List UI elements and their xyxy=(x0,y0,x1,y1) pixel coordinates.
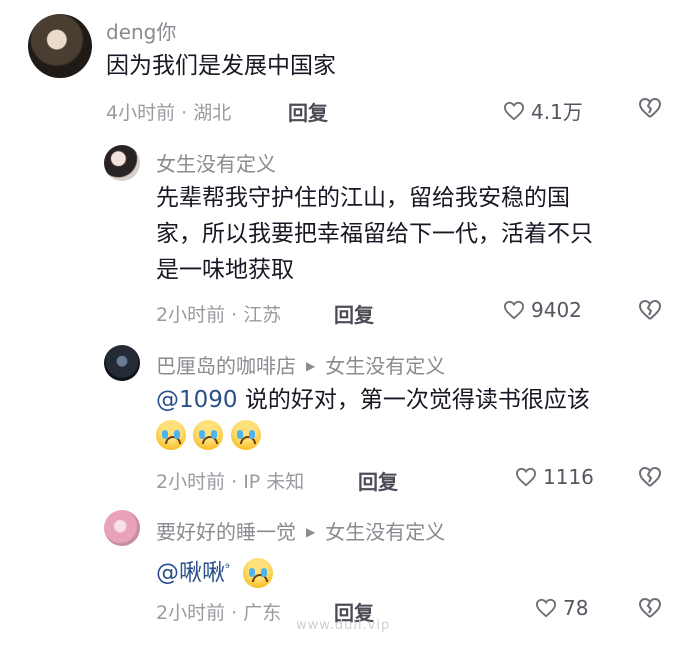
like-button[interactable]: 4.1万 xyxy=(503,96,583,125)
reply-button[interactable]: 回复 xyxy=(288,97,328,126)
broken-heart-icon[interactable] xyxy=(638,299,662,321)
avatar[interactable] xyxy=(104,145,140,181)
emoji-row xyxy=(156,420,590,461)
like-count: 1116 xyxy=(543,465,594,489)
comment-username[interactable]: 女生没有定义 xyxy=(156,148,276,177)
content-line: 家，所以我要把幸福留给下一代，活着不只 xyxy=(156,221,593,247)
comment-meta: 2小时前 · 江苏 xyxy=(156,304,282,326)
comment-meta: 2小时前 · IP 未知 xyxy=(156,471,305,493)
comment-content: 因为我们是发展中国家 xyxy=(106,53,336,79)
crying-face-emoji xyxy=(230,420,261,450)
heart-outline-icon xyxy=(515,467,537,487)
like-button[interactable]: 78 xyxy=(535,596,588,620)
reply-button[interactable]: 回复 xyxy=(358,466,398,495)
like-count: 9402 xyxy=(531,298,582,322)
crying-face-emoji xyxy=(243,558,274,588)
heart-outline-icon xyxy=(535,598,557,618)
mention-link[interactable]: @啾啾 xyxy=(156,560,225,586)
reply-to-username[interactable]: 女生没有定义 xyxy=(325,520,445,544)
broken-heart-icon[interactable] xyxy=(638,466,662,488)
broken-heart-icon[interactable] xyxy=(638,97,662,119)
emoji-row xyxy=(243,558,274,588)
comment-username[interactable]: 要好好的睡一觉 xyxy=(156,520,296,544)
reply-button[interactable]: 回复 xyxy=(334,299,374,328)
heart-outline-icon xyxy=(503,101,525,121)
watermark: www.duil.vip xyxy=(296,618,391,633)
crying-face-emoji xyxy=(156,420,186,450)
avatar[interactable] xyxy=(104,510,140,546)
comment-content: 先辈帮我守护住的江山，留给我安稳的国 家，所以我要把幸福留给下一代，活着不只 是… xyxy=(156,180,593,288)
mention-link[interactable]: @1090 xyxy=(156,387,238,413)
comment-content: @1090 说的好对，第一次觉得读书很应该 xyxy=(156,382,590,461)
like-count: 4.1万 xyxy=(531,100,583,124)
comment-meta: 4小时前 · 湖北 xyxy=(106,102,232,124)
crying-face-emoji xyxy=(193,420,224,450)
content-line: 先辈帮我守护住的江山，留给我安稳的国 xyxy=(156,185,570,211)
avatar[interactable] xyxy=(104,345,140,381)
comment-meta: 2小时前 · 广东 xyxy=(156,602,282,624)
like-count: 78 xyxy=(563,596,589,620)
reply-arrow-icon: ▶ xyxy=(306,359,316,373)
like-button[interactable]: 1116 xyxy=(515,465,594,489)
content-text: 说的好对，第一次觉得读书很应该 xyxy=(237,387,590,413)
mention-superscript: ⁹ xyxy=(225,561,230,575)
like-button[interactable]: 9402 xyxy=(503,298,582,322)
comment-username-row: 要好好的睡一觉 ▶ 女生没有定义 xyxy=(156,516,445,545)
avatar[interactable] xyxy=(28,14,92,78)
comment-content: @啾啾⁹ xyxy=(156,550,274,591)
comment-username[interactable]: 巴厘岛的咖啡店 xyxy=(156,354,296,378)
reply-to-username[interactable]: 女生没有定义 xyxy=(325,354,445,378)
content-line: 是一味地获取 xyxy=(156,257,294,283)
comment-username-row: 巴厘岛的咖啡店 ▶ 女生没有定义 xyxy=(156,350,445,379)
reply-arrow-icon: ▶ xyxy=(306,525,316,539)
broken-heart-icon[interactable] xyxy=(638,597,662,619)
comment-username[interactable]: deng你 xyxy=(106,16,176,45)
heart-outline-icon xyxy=(503,300,525,320)
